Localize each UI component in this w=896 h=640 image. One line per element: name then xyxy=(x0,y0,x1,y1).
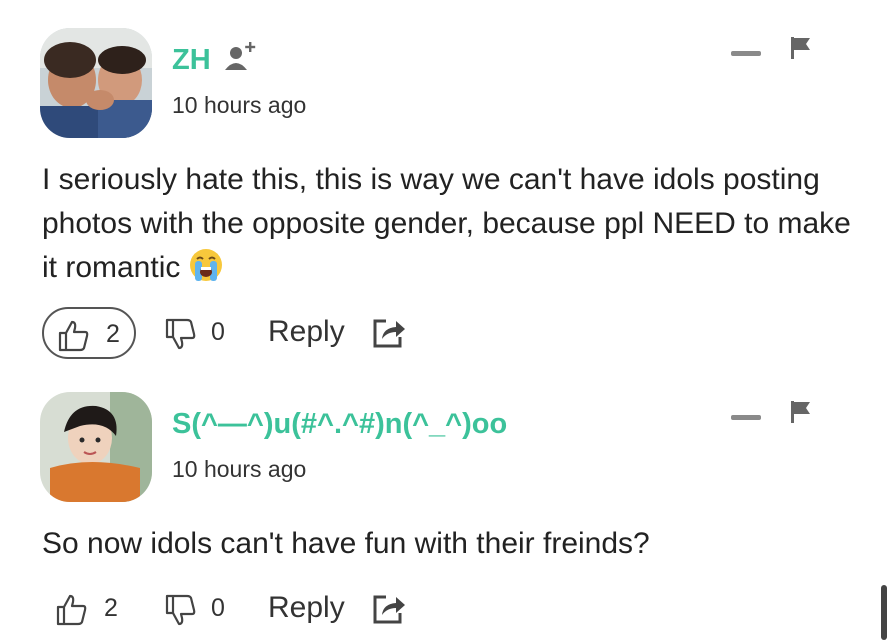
avatar[interactable] xyxy=(40,28,152,138)
scrollbar[interactable] xyxy=(881,585,887,640)
add-user-icon[interactable] xyxy=(222,40,258,76)
flag-icon[interactable] xyxy=(790,400,812,424)
share-icon[interactable] xyxy=(372,317,406,349)
comment-actions: 2 0 Reply xyxy=(42,583,642,637)
timestamp: 10 hours ago xyxy=(172,92,307,118)
comments-page: ZH 10 hours ago I seriously hate this, t… xyxy=(0,0,896,640)
comment-actions: 2 0 Reply xyxy=(42,307,642,361)
dislike-button[interactable]: 0 xyxy=(160,307,230,359)
collapse-icon[interactable] xyxy=(731,415,761,420)
thumbs-down-icon xyxy=(165,594,196,626)
comment-text: So now idols can't have fun with their f… xyxy=(42,527,650,560)
comment-text: I seriously hate this, this is way we ca… xyxy=(42,158,872,290)
like-count: 2 xyxy=(106,320,120,348)
thumbs-down-icon xyxy=(165,318,196,350)
reply-button[interactable]: Reply xyxy=(268,591,345,625)
dislike-count: 0 xyxy=(211,318,225,346)
comment-text-content: I seriously hate this, this is way we ca… xyxy=(42,163,851,284)
avatar[interactable] xyxy=(40,392,152,502)
username[interactable]: S(^—^)u(#^.^#)n(^_^)oo xyxy=(172,408,507,441)
like-button[interactable]: 2 xyxy=(42,307,136,359)
timestamp: 10 hours ago xyxy=(172,456,307,482)
thumbs-up-icon xyxy=(56,594,87,626)
crying-face-emoji-icon xyxy=(190,249,223,281)
collapse-icon[interactable] xyxy=(731,51,761,56)
reply-button[interactable]: Reply xyxy=(268,315,345,349)
thumbs-up-icon xyxy=(58,320,89,352)
like-button[interactable]: 2 xyxy=(42,583,136,635)
flag-icon[interactable] xyxy=(790,36,812,60)
username[interactable]: ZH xyxy=(172,44,211,77)
dislike-button[interactable]: 0 xyxy=(160,583,230,635)
share-icon[interactable] xyxy=(372,593,406,625)
like-count: 2 xyxy=(104,594,118,622)
dislike-count: 0 xyxy=(211,594,225,622)
